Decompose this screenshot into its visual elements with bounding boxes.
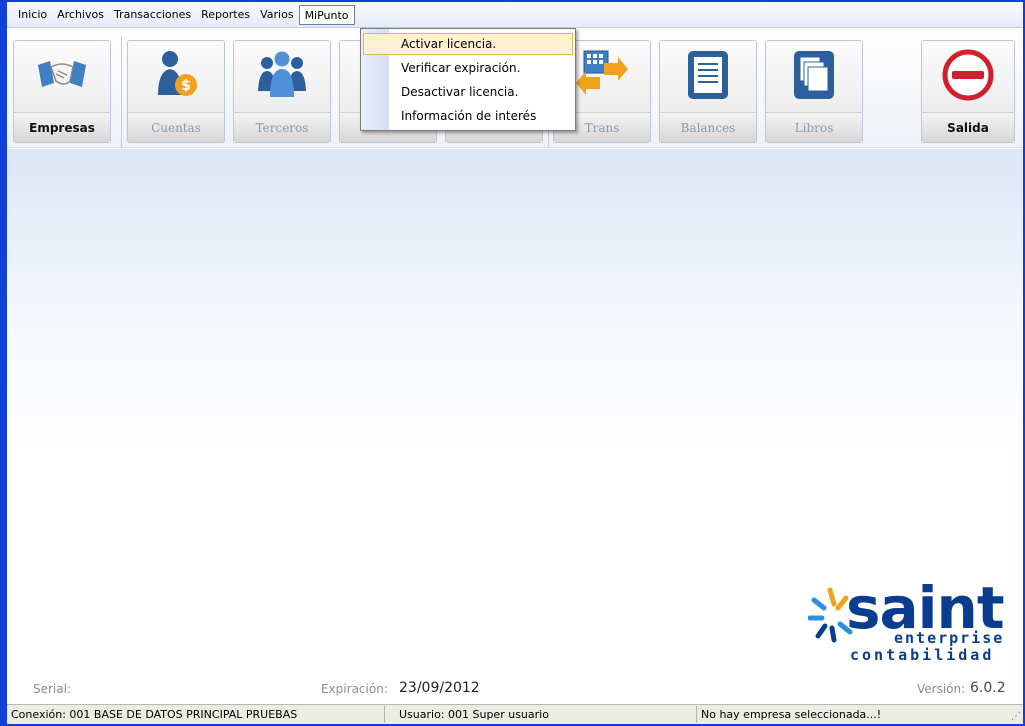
informacion-interes-item[interactable]: Información de interés — [363, 105, 573, 127]
status-company: No hay empresa seleccionada...! — [701, 708, 882, 721]
cuentas-button[interactable]: $ Cuentas — [127, 40, 225, 143]
menu-bar: Inicio Archivos Transacciones Reportes V… — [7, 2, 1023, 28]
transactions-icon — [576, 50, 628, 95]
status-user: Usuario: 001 Super usuario — [385, 706, 697, 723]
logo-enterprise: enterprise — [894, 629, 1005, 647]
salida-button[interactable]: Salida — [921, 40, 1015, 143]
terceros-button[interactable]: Terceros — [233, 40, 331, 143]
menu-transacciones[interactable]: Transacciones — [109, 5, 196, 25]
logo-contabilidad: contabilidad — [850, 646, 995, 664]
menu-inicio[interactable]: Inicio — [13, 5, 52, 25]
menu-reportes-label: Reportes — [201, 7, 251, 21]
version-label: Versión: — [917, 682, 966, 696]
salida-label: Salida — [922, 112, 1014, 142]
empresas-button[interactable]: Empresas — [13, 40, 111, 143]
saint-logo: saint enterprise contabilidad — [808, 574, 1018, 672]
terceros-label: Terceros — [234, 112, 330, 142]
status-connection: Conexión: 001 BASE DE DATOS PRINCIPAL PR… — [7, 706, 385, 723]
menu-archivos[interactable]: Archivos — [52, 5, 109, 25]
libros-label: Libros — [766, 112, 862, 142]
menu-mipunto-label: MiPunto — [304, 8, 349, 22]
version-value: 6.0.2 — [970, 680, 1006, 696]
libros-button[interactable]: Libros — [765, 40, 863, 143]
menu-reportes[interactable]: Reportes — [196, 5, 255, 25]
svg-text:$: $ — [181, 78, 191, 94]
menu-varios[interactable]: Varios — [255, 5, 298, 25]
books-icon — [794, 51, 834, 99]
activar-licencia-item[interactable]: Activar licencia. — [363, 33, 573, 55]
footer-info: Serial: Expiración: 23/09/2012 Versión: … — [7, 675, 1023, 701]
resize-grip-icon[interactable]: ⋰ — [1009, 711, 1021, 723]
mipunto-dropdown: Activar licencia. Verificar expiración. … — [360, 28, 576, 131]
handshake-icon — [38, 61, 86, 87]
menu-varios-label: Varios — [260, 7, 294, 21]
serial-label: Serial: — [33, 682, 71, 696]
exit-icon — [942, 49, 994, 101]
people-group-icon — [258, 51, 306, 97]
cuentas-label: Cuentas — [128, 112, 224, 142]
status-bar: Conexión: 001 BASE DE DATOS PRINCIPAL PR… — [7, 704, 1023, 724]
balances-label: Balances — [660, 112, 756, 142]
menu-mipunto[interactable]: MiPunto — [298, 4, 355, 25]
desactivar-licencia-item[interactable]: Desactivar licencia. — [363, 81, 573, 103]
menu-inicio-label: Inicio — [18, 7, 48, 21]
expiration-value: 23/09/2012 — [399, 680, 480, 696]
balances-button[interactable]: Balances — [659, 40, 757, 143]
toolbar-separator — [121, 36, 122, 148]
empresas-label: Empresas — [14, 112, 110, 142]
person-money-icon: $ — [158, 51, 197, 96]
menu-transacciones-label: Transacciones — [113, 7, 192, 21]
document-icon — [688, 51, 728, 99]
expiration-label: Expiración: — [321, 682, 388, 696]
verificar-expiracion-item[interactable]: Verificar expiración. — [363, 57, 573, 79]
menu-archivos-label: Archivos — [57, 7, 104, 21]
